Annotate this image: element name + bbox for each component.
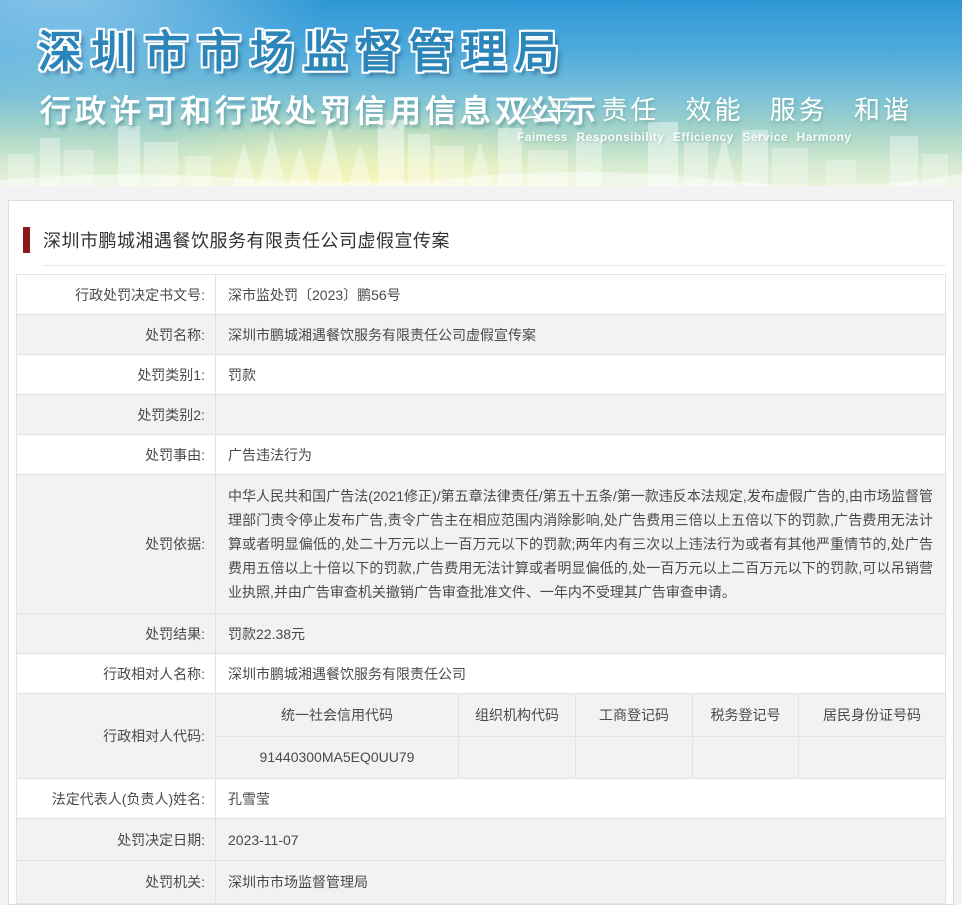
table-row-decision-date: 处罚决定日期: 2023-11-07 bbox=[17, 819, 945, 861]
agency-title: 深圳市市场监督管理局 bbox=[38, 28, 568, 77]
slogan-block: 公平 责任 效能 服务 和谐 Faimess Responsibility Ef… bbox=[517, 90, 912, 144]
row-value: 罚款22.38元 bbox=[228, 625, 306, 642]
penalty-info-table: 行政处罚决定书文号: 深市监处罚〔2023〕鹏56号 处罚名称: 深圳市鹏城湘遇… bbox=[16, 274, 946, 904]
title-marker-bar bbox=[23, 227, 30, 253]
table-row-penalty-name: 处罚名称: 深圳市鹏城湘遇餐饮服务有限责任公司虚假宣传案 bbox=[17, 315, 945, 355]
slogan-english: Faimess Responsibility Efficiency Servic… bbox=[517, 130, 852, 144]
codes-col-org-code: 组织机构代码 bbox=[459, 694, 576, 736]
row-value: 2023-11-07 bbox=[228, 831, 299, 848]
tax-reg-value bbox=[693, 736, 799, 778]
row-label: 行政相对人代码: bbox=[17, 694, 216, 778]
table-row-party-codes: 行政相对人代码: 统一社会信用代码 组织机构代码 工商登记码 税务登记号 居民身… bbox=[17, 694, 945, 779]
row-label: 处罚名称: bbox=[17, 315, 216, 354]
row-value: 深市监处罚〔2023〕鹏56号 bbox=[228, 286, 401, 303]
codes-col-credit-code: 统一社会信用代码 bbox=[216, 694, 459, 736]
table-row-party-name: 行政相对人名称: 深圳市鹏城湘遇餐饮服务有限责任公司 bbox=[17, 654, 945, 694]
table-row-legal-representative: 法定代表人(负责人)姓名: 孔雪莹 bbox=[17, 779, 945, 819]
codes-value-row: 91440300MA5EQ0UU79 bbox=[216, 736, 945, 779]
codes-col-tax-reg: 税务登记号 bbox=[693, 694, 799, 736]
site-banner: 深圳市市场监督管理局 行政许可和行政处罚信用信息双公示 公平 责任 效能 服务 … bbox=[0, 0, 962, 186]
row-label: 处罚事由: bbox=[17, 435, 216, 474]
row-label: 处罚决定日期: bbox=[17, 819, 216, 860]
row-label: 行政处罚决定书文号: bbox=[17, 275, 216, 314]
codes-col-business-reg: 工商登记码 bbox=[576, 694, 693, 736]
table-row-penalty-category-1: 处罚类别1: 罚款 bbox=[17, 355, 945, 395]
row-value bbox=[216, 395, 945, 434]
codes-col-id-number: 居民身份证号码 bbox=[823, 706, 921, 723]
credit-code-value: 91440300MA5EQ0UU79 bbox=[216, 736, 459, 778]
row-value: 罚款 bbox=[228, 366, 256, 383]
id-number-value bbox=[799, 737, 945, 779]
slogan-chinese: 公平 责任 效能 服务 和谐 bbox=[517, 95, 912, 125]
row-label: 处罚结果: bbox=[17, 614, 216, 653]
org-code-value bbox=[459, 736, 576, 778]
title-divider bbox=[42, 265, 946, 266]
row-value: 孔雪莹 bbox=[228, 790, 270, 807]
table-row-decision-number: 行政处罚决定书文号: 深市监处罚〔2023〕鹏56号 bbox=[17, 275, 945, 315]
table-row-penalty-result: 处罚结果: 罚款22.38元 bbox=[17, 614, 945, 654]
case-title-row: 深圳市鹏城湘遇餐饮服务有限责任公司虚假宣传案 bbox=[9, 201, 953, 253]
row-value: 深圳市鹏城湘遇餐饮服务有限责任公司 bbox=[228, 665, 466, 682]
banner-subtitle: 行政许可和行政处罚信用信息双公示 bbox=[40, 94, 600, 129]
row-label: 处罚类别1: bbox=[17, 355, 216, 394]
row-label: 法定代表人(负责人)姓名: bbox=[17, 779, 216, 818]
row-label: 处罚机关: bbox=[17, 861, 216, 903]
table-row-penalty-authority: 处罚机关: 深圳市市场监督管理局 bbox=[17, 861, 945, 903]
table-row-penalty-basis: 处罚依据: 中华人民共和国广告法(2021修正)/第五章法律责任/第五十五条/第… bbox=[17, 475, 945, 614]
row-value: 中华人民共和国广告法(2021修正)/第五章法律责任/第五十五条/第一款违反本法… bbox=[228, 488, 933, 600]
row-value: 广告违法行为 bbox=[228, 446, 312, 463]
row-label: 处罚依据: bbox=[17, 475, 216, 613]
business-reg-value bbox=[576, 736, 693, 778]
case-title: 深圳市鹏城湘遇餐饮服务有限责任公司虚假宣传案 bbox=[43, 231, 450, 251]
row-label: 处罚类别2: bbox=[17, 395, 216, 434]
row-value: 深圳市鹏城湘遇餐饮服务有限责任公司虚假宣传案 bbox=[228, 326, 536, 343]
party-codes-subtable: 统一社会信用代码 组织机构代码 工商登记码 税务登记号 居民身份证号码 9144… bbox=[216, 694, 945, 778]
table-row-penalty-category-2: 处罚类别2: bbox=[17, 395, 945, 435]
table-row-penalty-reason: 处罚事由: 广告违法行为 bbox=[17, 435, 945, 475]
content-panel: 深圳市鹏城湘遇餐饮服务有限责任公司虚假宣传案 行政处罚决定书文号: 深市监处罚〔… bbox=[8, 200, 954, 905]
row-label: 行政相对人名称: bbox=[17, 654, 216, 693]
row-value: 深圳市市场监督管理局 bbox=[228, 874, 368, 890]
codes-header-row: 统一社会信用代码 组织机构代码 工商登记码 税务登记号 居民身份证号码 bbox=[216, 694, 945, 737]
